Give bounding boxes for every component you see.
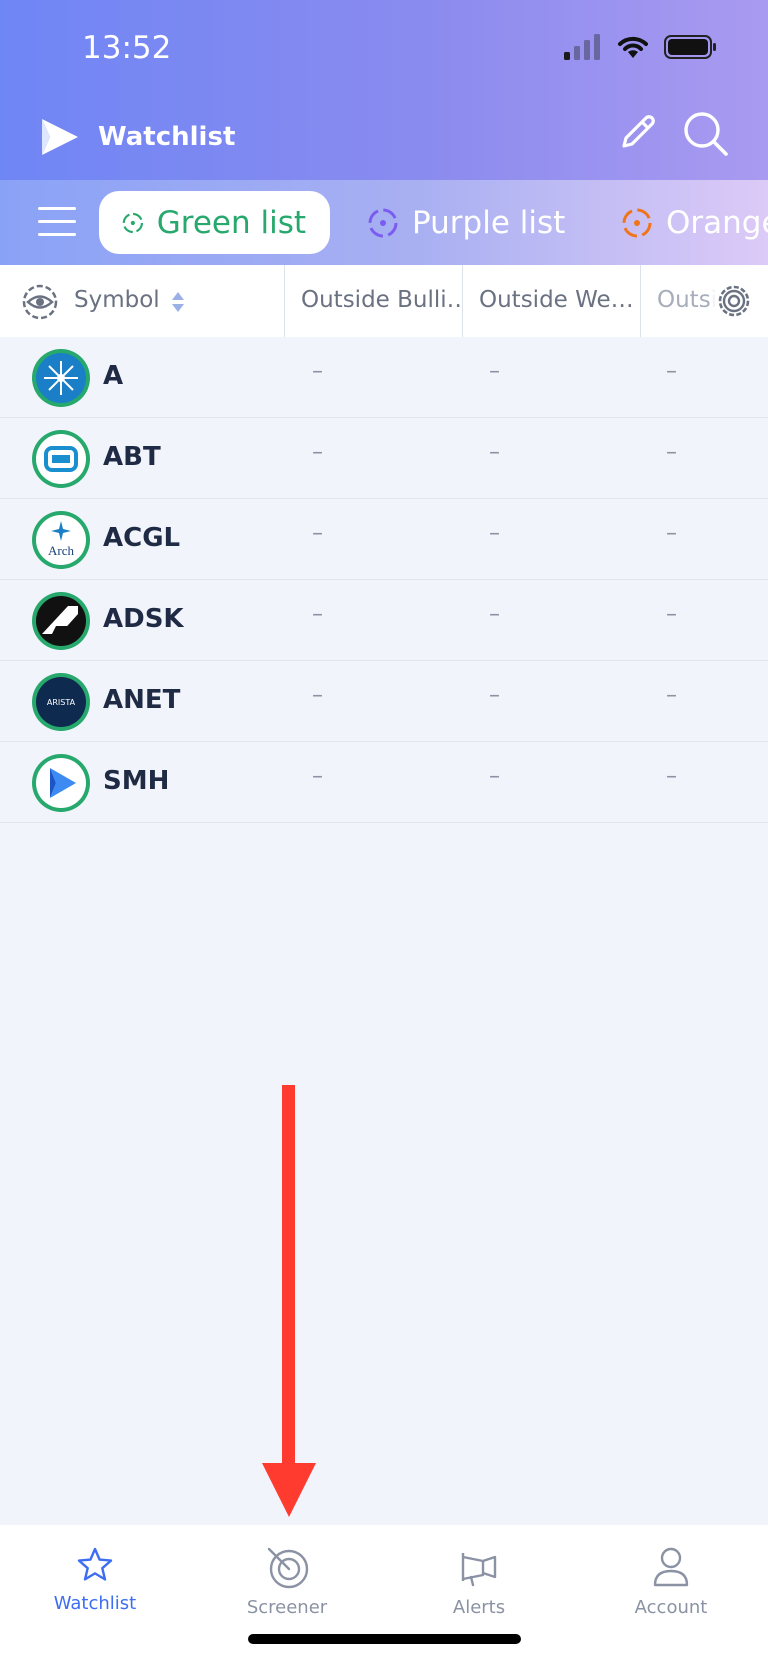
table-row[interactable]: Arch ACGL – – –	[0, 499, 768, 580]
tab-label: Green list	[156, 204, 306, 241]
symbol-column-header[interactable]: Symbol	[74, 287, 160, 313]
crosshair-orange-icon	[622, 208, 652, 237]
table-row[interactable]: ABT – – –	[0, 418, 768, 499]
nav-label: Alerts	[452, 1597, 506, 1618]
row-cell: –	[489, 359, 500, 384]
battery-icon	[664, 35, 716, 59]
row-cell: –	[489, 764, 500, 789]
table-row[interactable]: SMH – – –	[0, 742, 768, 823]
nav-label: Watchlist	[53, 1593, 137, 1614]
agilent-logo-icon	[32, 349, 90, 407]
menu-line	[38, 220, 76, 223]
menu-line	[38, 233, 76, 236]
tab-green-list[interactable]: Green list	[99, 191, 330, 254]
row-cell: –	[666, 602, 677, 627]
row-cell: –	[312, 683, 323, 708]
status-time: 13:52	[82, 30, 172, 66]
gear-icon[interactable]	[710, 277, 758, 325]
row-cell: –	[666, 764, 677, 789]
user-icon	[653, 1547, 689, 1587]
row-cell: –	[312, 764, 323, 789]
star-icon	[77, 1547, 113, 1581]
arch-logo-icon: Arch	[32, 511, 90, 569]
table-header: Symbol Outside Bulli… Outside We… Outsi	[0, 265, 768, 337]
wifi-icon	[618, 36, 648, 58]
row-symbol: SMH	[103, 766, 170, 796]
watchlist-tabs: Green list Purple list Orange	[0, 180, 768, 265]
tab-label: Purple list	[412, 204, 566, 241]
row-symbol: ANET	[103, 685, 181, 715]
table-row[interactable]: ARISTA ANET – – –	[0, 661, 768, 742]
row-symbol: ACGL	[103, 523, 181, 553]
row-cell: –	[489, 440, 500, 465]
crosshair-green-icon	[122, 212, 143, 233]
arista-logo-icon: ARISTA	[32, 673, 90, 731]
tab-label: Orange	[666, 204, 768, 241]
megaphone-icon	[461, 1553, 497, 1587]
row-cell: –	[312, 521, 323, 546]
nav-screener[interactable]: Screener	[212, 1545, 362, 1618]
nav-label: Screener	[246, 1597, 328, 1618]
nav-account[interactable]: Account	[596, 1545, 746, 1618]
app-logo-icon	[42, 119, 78, 155]
row-cell: –	[312, 602, 323, 627]
menu-button[interactable]	[38, 207, 76, 239]
nav-label: Account	[634, 1597, 708, 1618]
row-symbol: A	[103, 361, 124, 391]
home-indicator	[248, 1634, 521, 1644]
abbott-logo-icon	[32, 430, 90, 488]
row-cell: –	[666, 359, 677, 384]
annotation-arrow-icon	[262, 1085, 316, 1517]
crosshair-purple-icon	[368, 208, 398, 237]
row-cell: –	[666, 440, 677, 465]
signal-icon	[564, 34, 600, 60]
app-bar: Watchlist	[0, 100, 768, 180]
row-cell: –	[489, 521, 500, 546]
autodesk-logo-icon	[32, 592, 90, 650]
row-cell: –	[666, 521, 677, 546]
table-row[interactable]: ADSK – – –	[0, 580, 768, 661]
svg-text:ARISTA: ARISTA	[47, 698, 76, 707]
row-symbol: ABT	[103, 442, 161, 472]
sort-arrows-icon[interactable]	[171, 291, 185, 313]
row-symbol: ADSK	[103, 604, 184, 634]
row-cell: –	[489, 683, 500, 708]
eye-settings-icon[interactable]	[20, 282, 60, 322]
nav-watchlist[interactable]: Watchlist	[20, 1545, 170, 1614]
svg-text:Arch: Arch	[48, 543, 74, 558]
smh-logo-icon	[32, 754, 90, 812]
menu-line	[38, 207, 76, 210]
edit-pencil-icon[interactable]	[612, 108, 662, 158]
tab-orange-list[interactable]: Orange	[620, 191, 768, 254]
table-row[interactable]: A – – –	[0, 337, 768, 418]
app-title: Watchlist	[98, 122, 236, 152]
row-cell: –	[312, 359, 323, 384]
search-icon[interactable]	[678, 106, 732, 160]
row-cell: –	[666, 683, 677, 708]
nav-alerts[interactable]: Alerts	[404, 1545, 554, 1618]
column-header[interactable]: Outside Bulli…	[284, 265, 462, 337]
radar-icon	[267, 1547, 309, 1589]
column-header[interactable]: Outside We…	[462, 265, 640, 337]
row-cell: –	[312, 440, 323, 465]
row-cell: –	[489, 602, 500, 627]
tab-purple-list[interactable]: Purple list	[366, 191, 565, 254]
status-icons	[564, 34, 718, 60]
